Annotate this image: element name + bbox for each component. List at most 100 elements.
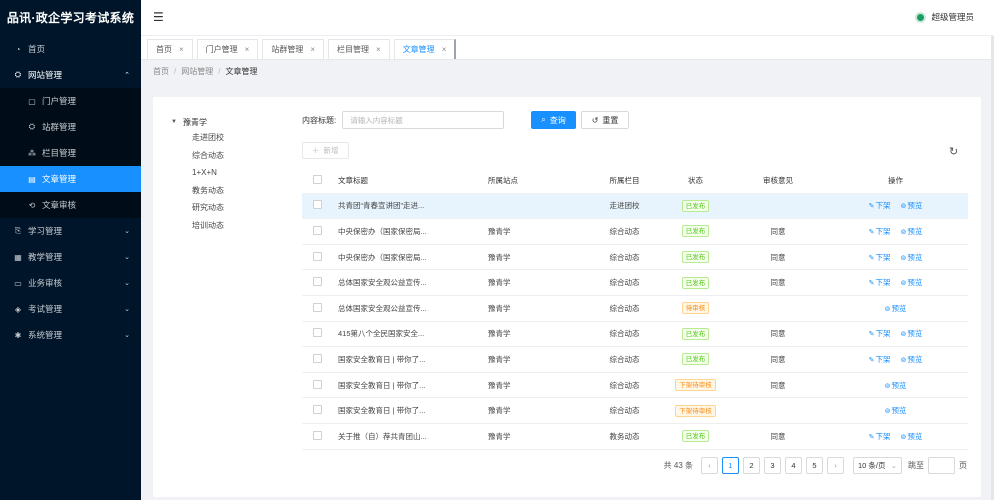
table-row[interactable]: 国家安全教育日 | 带你了... 豫青学 综合动态 下架待审核 同意 ⊚预览 xyxy=(302,373,968,399)
row-checkbox[interactable] xyxy=(313,379,322,389)
prev-page-button[interactable]: ‹ xyxy=(701,457,718,474)
sidebar-item-6[interactable]: ⟲ 文章审核 xyxy=(0,192,141,218)
unpublish-button[interactable]: ✎下架 xyxy=(869,278,891,287)
table-row[interactable]: 国家安全教育日 | 带你了... 豫青学 综合动态 下架待审核 ⊚预览 xyxy=(302,398,968,424)
sidebar-item-10[interactable]: ◈ 考试管理 ⌄ xyxy=(0,296,141,322)
sidebar-item-3[interactable]: ⛭ 站群管理 xyxy=(0,114,141,140)
preview-button[interactable]: ⊚预览 xyxy=(901,432,923,441)
row-checkbox[interactable] xyxy=(313,302,322,312)
sidebar-item-7[interactable]: ⎘ 学习管理 ⌄ xyxy=(0,218,141,244)
page-button[interactable]: 4 xyxy=(785,457,802,474)
tree-node[interactable]: 培训动态 xyxy=(171,217,291,235)
unpublish-button[interactable]: ✎下架 xyxy=(869,432,891,441)
preview-button[interactable]: ⊚预览 xyxy=(901,253,923,262)
row-checkbox[interactable] xyxy=(313,277,322,287)
preview-button[interactable]: ⊚预览 xyxy=(901,278,923,287)
reset-button[interactable]: ↺ 重置 xyxy=(580,111,630,129)
tree-node[interactable]: 1+X+N xyxy=(171,164,291,182)
cell-column: 走进团校 xyxy=(609,201,640,211)
add-button[interactable]: ＋ 新增 xyxy=(302,142,349,159)
cell-ops: ✎下架 ⊚预览 xyxy=(823,252,968,263)
page-button[interactable]: 1 xyxy=(722,457,739,474)
breadcrumb-section[interactable]: 网站管理 xyxy=(181,67,213,76)
tree-node[interactable]: 研究动态 xyxy=(171,199,291,217)
row-checkbox[interactable] xyxy=(313,405,322,415)
next-page-button[interactable]: › xyxy=(827,457,844,474)
tree-node[interactable]: 教务动态 xyxy=(171,182,291,200)
tree-node[interactable]: 走进团校 xyxy=(171,129,291,147)
study-icon: ⎘ xyxy=(14,226,22,235)
cell-opinion: 同意 xyxy=(770,380,786,390)
op-label: 下架 xyxy=(875,431,891,441)
table-row[interactable]: 中央保密办（国家保密局... 豫青学 综合动态 已发布 同意 ✎下架 ⊚预览 xyxy=(302,219,968,245)
row-checkbox[interactable] xyxy=(313,251,322,261)
preview-button[interactable]: ⊚预览 xyxy=(901,329,923,338)
page-size-select[interactable]: 10 条/页 ⌄ xyxy=(853,457,902,474)
row-checkbox[interactable] xyxy=(313,430,322,440)
close-icon[interactable]: × xyxy=(245,45,250,54)
sidebar-item-1[interactable]: ⛭ 网站管理 ⌃ xyxy=(0,62,141,88)
cell-ops: ✎下架 ⊚预览 xyxy=(823,200,968,211)
unpublish-button[interactable]: ✎下架 xyxy=(869,201,891,210)
sidebar-item-2[interactable]: ▢ 门户管理 xyxy=(0,88,141,114)
tab-label: 首页 xyxy=(156,45,172,54)
search-input[interactable] xyxy=(342,111,505,129)
preview-button[interactable]: ⊚预览 xyxy=(901,355,923,364)
top-header: ☰ 超级管理员 xyxy=(141,0,994,36)
preview-button[interactable]: ⊚预览 xyxy=(901,227,923,236)
close-icon[interactable]: × xyxy=(179,45,184,54)
refresh-icon[interactable]: ↻ xyxy=(949,145,958,158)
page-button[interactable]: 5 xyxy=(806,457,823,474)
table-header: 文章标题 所属站点 所属栏目 状态 审核意见 操作 xyxy=(302,168,968,194)
tab-2[interactable]: 站群管理 × xyxy=(262,39,325,59)
table-row[interactable]: 关于推（自）荐共青团山... 豫青学 教务动态 已发布 同意 ✎下架 ⊚预览 xyxy=(302,424,968,450)
jump-input[interactable] xyxy=(928,457,955,474)
user-menu[interactable]: 超级管理员 xyxy=(915,11,974,23)
tree-root[interactable]: ▼ 豫青学 xyxy=(171,115,291,129)
unpublish-button[interactable]: ✎下架 xyxy=(869,355,891,364)
close-icon[interactable]: × xyxy=(442,45,447,54)
search-icon: ⌕ xyxy=(541,115,546,124)
sidebar-item-4[interactable]: ⁂ 栏目管理 xyxy=(0,140,141,166)
table-row[interactable]: 总体国家安全观公益宣传... 豫青学 综合动态 待审核 ⊚预览 xyxy=(302,296,968,322)
unpublish-button[interactable]: ✎下架 xyxy=(869,329,891,338)
close-icon[interactable]: × xyxy=(376,45,381,54)
tree-node[interactable]: 综合动态 xyxy=(171,147,291,165)
breadcrumb-home[interactable]: 首页 xyxy=(153,67,169,76)
table-row[interactable]: 总体国家安全观公益宣传... 豫青学 综合动态 已发布 同意 ✎下架 ⊚预览 xyxy=(302,270,968,296)
unpublish-button[interactable]: ✎下架 xyxy=(869,227,891,236)
sidebar-item-5[interactable]: ▤ 文章管理 xyxy=(0,166,141,192)
caret-down-icon[interactable]: ▼ xyxy=(171,119,177,125)
close-icon[interactable]: × xyxy=(310,45,315,54)
add-button-label: 新增 xyxy=(323,146,339,155)
row-checkbox[interactable] xyxy=(313,200,322,210)
tab-4[interactable]: 文章管理 × xyxy=(393,39,457,59)
sidebar-item-label: 文章审核 xyxy=(42,200,77,210)
row-checkbox[interactable] xyxy=(313,225,322,235)
sidebar-item-8[interactable]: ▦ 教学管理 ⌄ xyxy=(0,244,141,270)
sidebar-item-0[interactable]: ◔ 首页 xyxy=(0,36,141,62)
page-button[interactable]: 2 xyxy=(743,457,760,474)
table-row[interactable]: 共青团“青春宣讲团”走进... 走进团校 已发布 ✎下架 ⊚预览 xyxy=(302,193,968,220)
tab-0[interactable]: 首页 × xyxy=(147,39,193,59)
table-row[interactable]: 415第八个全民国家安全... 豫青学 综合动态 已发布 同意 ✎下架 ⊚预览 xyxy=(302,322,968,348)
preview-button[interactable]: ⊚预览 xyxy=(901,201,923,210)
status-badge: 已发布 xyxy=(681,353,710,366)
tab-3[interactable]: 栏目管理 × xyxy=(328,39,390,59)
table-row[interactable]: 中央保密办（国家保密局... 豫青学 综合动态 已发布 同意 ✎下架 ⊚预览 xyxy=(302,245,968,271)
unpublish-button[interactable]: ✎下架 xyxy=(869,253,891,262)
sidebar-item-9[interactable]: ▭ 业务审核 ⌄ xyxy=(0,270,141,296)
header-ops: 操作 xyxy=(888,175,903,185)
preview-button[interactable]: ⊚预览 xyxy=(885,304,907,313)
select-all-checkbox[interactable] xyxy=(313,174,322,184)
page-button[interactable]: 3 xyxy=(764,457,781,474)
query-button[interactable]: ⌕ 查询 xyxy=(531,111,576,129)
preview-button[interactable]: ⊚预览 xyxy=(885,381,907,390)
row-checkbox[interactable] xyxy=(313,353,322,363)
table-row[interactable]: 国家安全教育日 | 带你了... 豫青学 综合动态 已发布 同意 ✎下架 ⊚预览 xyxy=(302,347,968,373)
row-checkbox[interactable] xyxy=(313,328,322,338)
menu-fold-icon[interactable]: ☰ xyxy=(153,11,165,23)
sidebar-item-11[interactable]: ✱ 系统管理 ⌄ xyxy=(0,322,141,348)
preview-button[interactable]: ⊚预览 xyxy=(885,406,907,415)
tab-1[interactable]: 门户管理 × xyxy=(196,39,259,59)
